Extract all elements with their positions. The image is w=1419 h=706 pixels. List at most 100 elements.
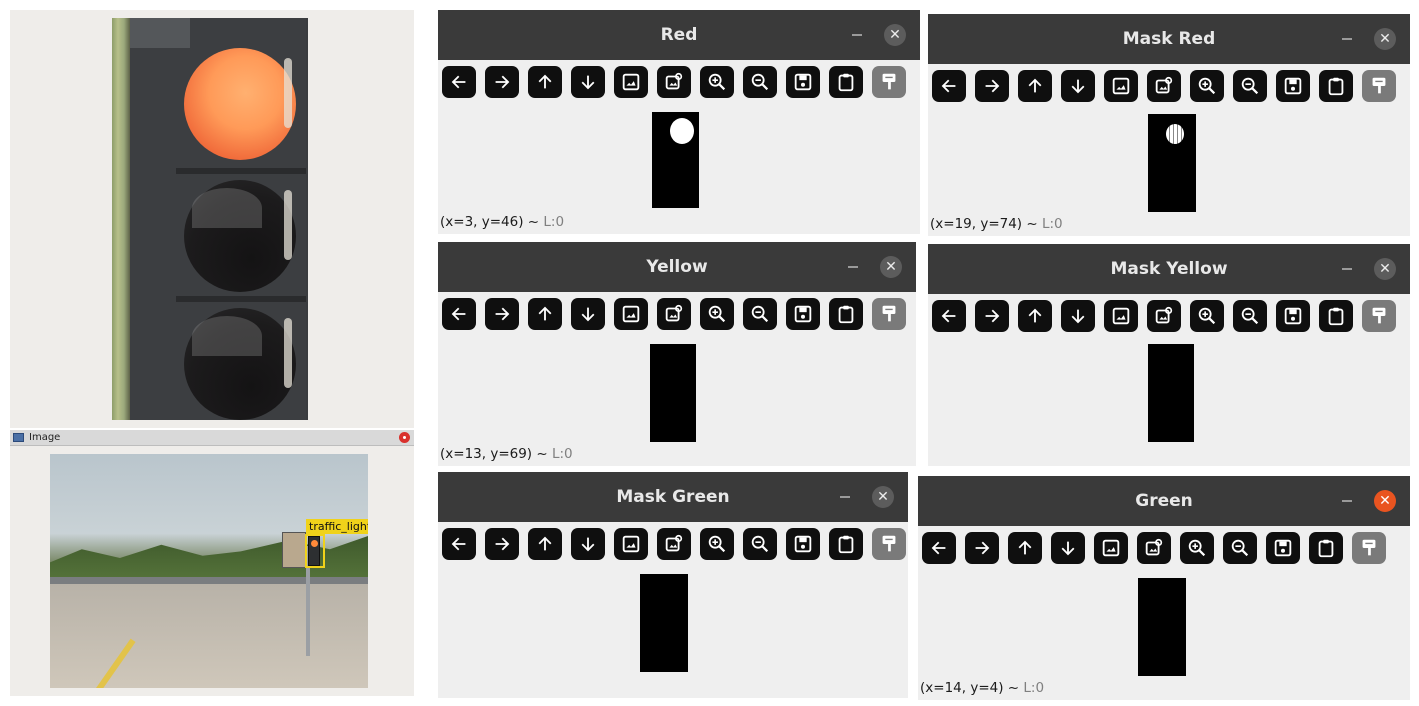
close-icon[interactable]: ✕ (1374, 258, 1396, 280)
window-titlebar[interactable]: Red ✕ (438, 10, 920, 60)
window-titlebar[interactable]: Green ✕ (918, 476, 1410, 526)
zoom-in-button[interactable] (700, 66, 734, 98)
zoom-out-button[interactable] (743, 66, 777, 98)
clipboard-button[interactable] (1319, 300, 1353, 332)
image-canvas[interactable]: (x=14, y=4) ~ L:0 (918, 570, 1410, 700)
zoom-in-button[interactable] (1180, 532, 1214, 564)
arrow-down-button[interactable] (571, 66, 605, 98)
clipboard-button[interactable] (1319, 70, 1353, 102)
arrow-down-button[interactable] (1061, 300, 1095, 332)
properties-button[interactable] (872, 66, 906, 98)
image-window-titlebar[interactable]: Image (10, 430, 414, 446)
clipboard-button[interactable] (829, 298, 863, 330)
arrow-up-button[interactable] (528, 528, 562, 560)
zoom-in-button[interactable] (700, 528, 734, 560)
mask-image (1148, 344, 1194, 442)
image-button[interactable] (614, 298, 648, 330)
arrow-up-button[interactable] (1018, 70, 1052, 102)
image-button[interactable] (614, 528, 648, 560)
clipboard-button[interactable] (829, 66, 863, 98)
arrow-left-button[interactable] (442, 528, 476, 560)
minimize-icon[interactable] (1342, 500, 1352, 502)
image-settings-button[interactable] (657, 528, 691, 560)
mask-image (1148, 114, 1196, 212)
image-icon (622, 73, 640, 91)
arrow-right-button[interactable] (485, 528, 519, 560)
zoom-in-button[interactable] (1190, 300, 1224, 332)
arrow-right-button[interactable] (965, 532, 999, 564)
zoom-out-button[interactable] (1233, 300, 1267, 332)
zoom-in-button[interactable] (1190, 70, 1224, 102)
properties-button[interactable] (1362, 300, 1396, 332)
save-button[interactable] (1276, 300, 1310, 332)
arrow-up-button[interactable] (528, 298, 562, 330)
lamp-shine (192, 316, 262, 356)
arrow-up-button[interactable] (528, 66, 562, 98)
image-canvas[interactable] (438, 566, 908, 698)
toolbar (928, 64, 1410, 108)
arrow-left-button[interactable] (922, 532, 956, 564)
arrow-up-button[interactable] (1008, 532, 1042, 564)
save-button[interactable] (1276, 70, 1310, 102)
minimize-icon[interactable] (848, 266, 858, 268)
minimize-icon[interactable] (840, 496, 850, 498)
clipboard-button[interactable] (1309, 532, 1343, 564)
arrow-right-button[interactable] (975, 70, 1009, 102)
arrow-right-button[interactable] (485, 298, 519, 330)
image-button[interactable] (1094, 532, 1128, 564)
close-icon[interactable] (399, 432, 410, 443)
save-button[interactable] (786, 298, 820, 330)
image-button[interactable] (1104, 300, 1138, 332)
image-settings-button[interactable] (1137, 532, 1171, 564)
zoom-out-button[interactable] (743, 298, 777, 330)
arrow-left-button[interactable] (932, 300, 966, 332)
save-button[interactable] (1266, 532, 1300, 564)
properties-button[interactable] (872, 528, 906, 560)
arrow-down-button[interactable] (1061, 70, 1095, 102)
zoom-out-icon (1231, 539, 1249, 557)
arrow-up-button[interactable] (1018, 300, 1052, 332)
image-settings-button[interactable] (1147, 70, 1181, 102)
arrow-right-icon (495, 307, 510, 321)
arrow-down-button[interactable] (571, 298, 605, 330)
image-canvas[interactable]: (x=19, y=74) ~ L:0 (928, 108, 1410, 236)
arrow-down-button[interactable] (571, 528, 605, 560)
properties-button[interactable] (872, 298, 906, 330)
close-icon[interactable]: ✕ (872, 486, 894, 508)
window-titlebar[interactable]: Mask Red ✕ (928, 14, 1410, 64)
save-button[interactable] (786, 66, 820, 98)
zoom-out-button[interactable] (1233, 70, 1267, 102)
close-icon[interactable]: ✕ (1374, 28, 1396, 50)
image-button[interactable] (614, 66, 648, 98)
arrow-right-button[interactable] (485, 66, 519, 98)
zoom-out-button[interactable] (1223, 532, 1257, 564)
zoom-in-button[interactable] (700, 298, 734, 330)
window-titlebar[interactable]: Mask Yellow ✕ (928, 244, 1410, 294)
image-canvas[interactable]: (x=3, y=46) ~ L:0 (438, 104, 920, 234)
close-icon[interactable]: ✕ (1374, 490, 1396, 512)
arrow-right-button[interactable] (975, 300, 1009, 332)
traffic-light-crop (112, 18, 308, 420)
image-canvas[interactable]: (x=13, y=69) ~ L:0 (438, 336, 916, 466)
arrow-left-button[interactable] (932, 70, 966, 102)
properties-button[interactable] (1362, 70, 1396, 102)
minimize-icon[interactable] (1342, 38, 1352, 40)
image-canvas[interactable] (928, 338, 1410, 466)
minimize-icon[interactable] (1342, 268, 1352, 270)
arrow-down-button[interactable] (1051, 532, 1085, 564)
save-button[interactable] (786, 528, 820, 560)
clipboard-button[interactable] (829, 528, 863, 560)
image-settings-button[interactable] (1147, 300, 1181, 332)
minimize-icon[interactable] (852, 34, 862, 36)
window-titlebar[interactable]: Mask Green ✕ (438, 472, 908, 522)
properties-button[interactable] (1352, 532, 1386, 564)
arrow-left-button[interactable] (442, 66, 476, 98)
arrow-left-button[interactable] (442, 298, 476, 330)
window-titlebar[interactable]: Yellow ✕ (438, 242, 916, 292)
image-button[interactable] (1104, 70, 1138, 102)
image-settings-button[interactable] (657, 66, 691, 98)
close-icon[interactable]: ✕ (884, 24, 906, 46)
image-settings-button[interactable] (657, 298, 691, 330)
close-icon[interactable]: ✕ (880, 256, 902, 278)
zoom-out-button[interactable] (743, 528, 777, 560)
